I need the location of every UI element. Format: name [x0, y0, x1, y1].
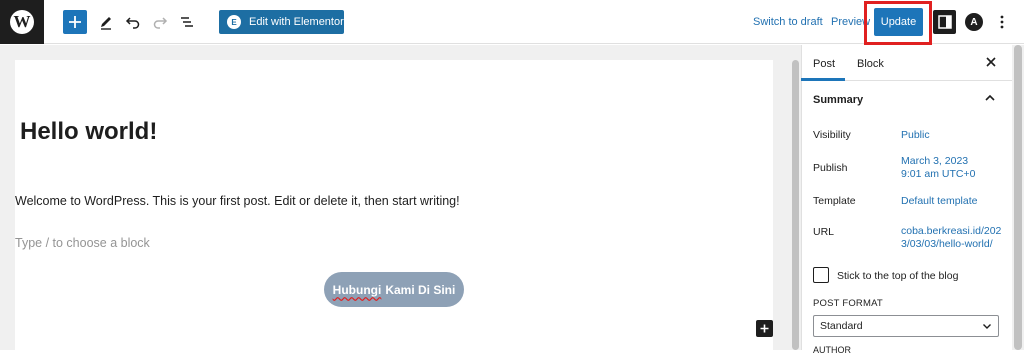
- author-label: AUTHOR: [813, 345, 851, 355]
- sidebar-scrollbar-thumb[interactable]: [1014, 45, 1022, 350]
- astra-icon[interactable]: A: [965, 13, 983, 31]
- wordpress-logo-icon: W: [10, 10, 34, 34]
- update-button[interactable]: Update: [874, 8, 923, 36]
- more-options-button[interactable]: [994, 10, 1010, 34]
- redo-icon: [153, 17, 168, 29]
- button-text-rest: Kami Di Sini: [385, 282, 456, 297]
- post-format-label: POST FORMAT: [813, 298, 883, 309]
- url-line-2: 3/03/03/hello-world/: [901, 238, 993, 250]
- elementor-label: Edit with Elementor: [249, 16, 344, 28]
- block-inserter-button[interactable]: [756, 320, 773, 337]
- paragraph-block[interactable]: Welcome to WordPress. This is your first…: [15, 194, 460, 208]
- redo-button[interactable]: [148, 10, 172, 34]
- more-vertical-icon: [1000, 15, 1004, 29]
- stick-to-top-checkbox[interactable]: [813, 267, 829, 283]
- pencil-icon: [101, 17, 111, 30]
- contact-button-block[interactable]: Hubungi Kami Di Sini: [324, 272, 464, 307]
- plus-icon: [760, 324, 769, 333]
- tab-block[interactable]: Block: [857, 58, 884, 70]
- visibility-label: Visibility: [813, 129, 851, 141]
- publish-time: 9:01 am UTC+0: [901, 168, 976, 180]
- template-label: Template: [813, 195, 856, 207]
- wordpress-logo-button[interactable]: W: [0, 0, 44, 44]
- chevron-up-icon[interactable]: [984, 92, 996, 104]
- canvas-scrollbar-thumb[interactable]: [792, 60, 799, 350]
- chevron-down-icon: [983, 324, 991, 329]
- settings-panel-icon: [937, 15, 952, 29]
- publish-date: March 3, 2023: [901, 155, 969, 167]
- add-block-button[interactable]: [63, 10, 87, 34]
- button-text-word: Hubungi: [332, 282, 382, 297]
- plus-icon: [69, 16, 81, 28]
- post-format-value: Standard: [820, 320, 863, 332]
- close-icon: [986, 57, 996, 67]
- undo-icon: [125, 17, 140, 29]
- publish-value[interactable]: March 3, 2023 9:01 am UTC+0: [901, 155, 1006, 181]
- list-view-button[interactable]: [175, 10, 199, 34]
- sidebar-scrollbar[interactable]: [1012, 45, 1024, 350]
- undo-button[interactable]: [121, 10, 145, 34]
- list-view-icon: [181, 17, 193, 27]
- close-sidebar-button[interactable]: [983, 53, 999, 71]
- edit-with-elementor-button[interactable]: E Edit with Elementor: [219, 10, 344, 34]
- stick-to-top-label[interactable]: Stick to the top of the blog: [837, 270, 958, 282]
- url-line-1: coba.berkreasi.id/202: [901, 225, 1002, 237]
- tools-button[interactable]: [94, 10, 118, 34]
- empty-block-placeholder[interactable]: Type / to choose a block: [15, 236, 150, 250]
- elementor-icon: E: [227, 15, 241, 29]
- post-format-select[interactable]: Standard: [813, 315, 999, 337]
- publish-label: Publish: [813, 162, 848, 174]
- visibility-value[interactable]: Public: [901, 129, 1006, 142]
- active-tab-indicator: [801, 78, 845, 81]
- url-value[interactable]: coba.berkreasi.id/202 3/03/03/hello-worl…: [901, 225, 1006, 251]
- url-label: URL: [813, 226, 835, 238]
- tab-post[interactable]: Post: [813, 58, 835, 70]
- switch-to-draft-link[interactable]: Switch to draft: [753, 16, 823, 28]
- settings-toggle-button[interactable]: [933, 10, 956, 34]
- post-title[interactable]: Hello world!: [20, 118, 157, 146]
- summary-panel-title[interactable]: Summary: [813, 94, 863, 106]
- template-value[interactable]: Default template: [901, 195, 1006, 208]
